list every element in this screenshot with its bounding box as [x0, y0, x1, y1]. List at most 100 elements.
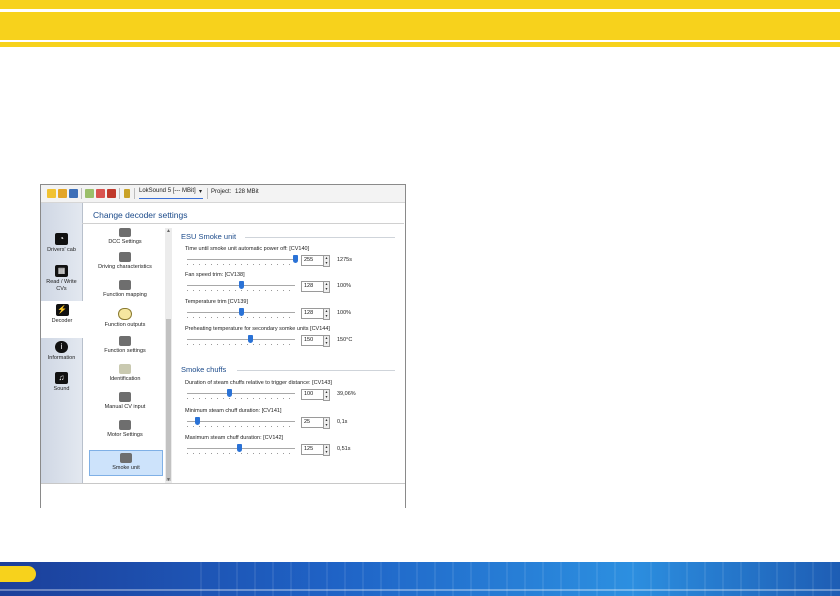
category-item-function-mapping[interactable]: Function mapping [89, 280, 161, 298]
divider [82, 223, 404, 224]
sidebar: ◔ Drivers' cab ▦ Read / Write CVs ⚡ Deco… [41, 203, 83, 483]
slider-knob[interactable] [238, 281, 244, 289]
category-scrollbar[interactable]: ▲ ▼ [165, 228, 172, 483]
slider-knob[interactable] [292, 255, 298, 263]
setting-label: Duration of steam chuffs relative to tri… [185, 380, 332, 386]
category-label: Function outputs [104, 322, 146, 328]
decoder-select[interactable]: LokSound 5 [--- MBit] ▾ [139, 188, 203, 199]
slider-track[interactable] [187, 393, 295, 394]
write-icon[interactable] [96, 189, 105, 198]
slider-ticks [187, 290, 295, 291]
value-unit: 39,06% [337, 391, 356, 397]
slider-track[interactable] [187, 339, 295, 340]
drivers-cab-icon: ◔ [55, 233, 68, 245]
page-title: Change decoder settings [93, 210, 188, 220]
category-item-function-outputs[interactable]: Function outputs [89, 308, 161, 328]
id-card-icon [119, 364, 131, 374]
value-input[interactable]: 128 [301, 308, 325, 319]
category-label: Motor Settings [107, 432, 143, 438]
pin-icon[interactable] [124, 189, 130, 198]
sidebar-item-sound[interactable]: ♫ Sound [41, 372, 82, 393]
setting-label: Time until smoke unit automatic power of… [185, 246, 310, 252]
value-unit: 150°C [337, 337, 353, 343]
category-list: DCC Settings Driving characteristics Fun… [87, 228, 165, 483]
setting-label: Preheating temperature for secondary som… [185, 326, 330, 332]
value-input[interactable]: 128 [301, 281, 325, 292]
spinner-buttons[interactable]: ▲ ▼ [323, 255, 330, 267]
slider-track[interactable] [187, 259, 295, 260]
sidebar-item-information[interactable]: i Information [41, 341, 82, 362]
value-input[interactable]: 255 [301, 255, 325, 266]
sidebar-item-drivers-cab[interactable]: ◔ Drivers' cab [41, 233, 82, 254]
scroll-up-icon[interactable]: ▲ [165, 228, 172, 234]
smoke-icon [120, 453, 132, 463]
value-input[interactable]: 25 [301, 417, 325, 428]
sidebar-item-label: Read / Write CVs [46, 279, 77, 292]
setting-label: Minimum steam chuff duration: [CV141] [185, 408, 282, 414]
sidebar-item-decoder[interactable]: ⚡ Decoder [41, 301, 83, 338]
spinner-buttons[interactable]: ▲ ▼ [323, 335, 330, 347]
value-input[interactable]: 150 [301, 335, 325, 346]
sidebar-item-label: Information [47, 355, 76, 361]
divider [245, 237, 395, 238]
status-bar [41, 483, 405, 508]
slider-knob[interactable] [195, 417, 201, 425]
dcc-icon [119, 228, 131, 237]
spinner-buttons[interactable]: ▲ ▼ [323, 389, 330, 401]
category-item-driving[interactable]: Driving characteristics [89, 252, 161, 270]
scrollbar-thumb[interactable] [166, 319, 171, 481]
read-icon[interactable] [107, 189, 116, 198]
open-folder-icon[interactable] [58, 189, 67, 198]
spinner-buttons[interactable]: ▲ ▼ [323, 281, 330, 293]
category-item-function-settings[interactable]: Function settings [89, 336, 161, 354]
import-icon[interactable] [85, 189, 94, 198]
category-label: Identification [109, 376, 141, 382]
setting-label: Fan speed trim: [CV138] [185, 272, 245, 278]
slider-track[interactable] [187, 421, 295, 422]
divider [237, 370, 395, 371]
slider-knob[interactable] [238, 308, 244, 316]
project-value: 128 MBit [235, 189, 259, 195]
decoder-select-value: LokSound 5 [--- MBit] [139, 188, 196, 194]
save-icon[interactable] [69, 189, 78, 198]
value-unit: 0,1s [337, 419, 348, 425]
spinner-buttons[interactable]: ▲ ▼ [323, 444, 330, 456]
sidebar-item-label: Decoder [51, 318, 73, 324]
value-unit: 100% [337, 283, 352, 289]
category-item-identification[interactable]: Identification [89, 364, 161, 382]
slider-knob[interactable] [226, 389, 232, 397]
slider-knob[interactable] [237, 444, 243, 452]
category-item-manual-cv[interactable]: Manual CV input [89, 392, 161, 410]
category-item-dcc-settings[interactable]: DCC Settings [89, 228, 161, 245]
sidebar-item-read-write[interactable]: ▦ Read / Write CVs [41, 265, 82, 292]
top-band-line [0, 9, 840, 12]
app-window: LokSound 5 [--- MBit] ▾ Project: 128 MBi… [40, 184, 406, 508]
category-item-smoke-unit[interactable]: Smoke unit [89, 450, 163, 476]
slider-knob[interactable] [248, 335, 254, 343]
new-file-icon[interactable] [47, 189, 56, 198]
value-input[interactable]: 125 [301, 444, 325, 455]
bulb-icon [118, 308, 132, 320]
chevron-down-icon: ▾ [198, 189, 202, 195]
value-unit: 0,51s [337, 446, 351, 452]
value-input[interactable]: 100 [301, 389, 325, 400]
category-label: DCC Settings [108, 239, 142, 245]
category-item-motor-settings[interactable]: Motor Settings [89, 420, 161, 438]
decoder-icon: ⚡ [55, 304, 69, 316]
page-tab-marker [0, 566, 36, 582]
spinner-buttons[interactable]: ▲ ▼ [323, 308, 330, 320]
bottom-blue-band [0, 562, 840, 596]
category-label: Manual CV input [104, 404, 146, 410]
value-unit: 1275s [337, 257, 352, 263]
setting-label: Maximum steam chuff duration: [CV142] [185, 435, 284, 441]
toolbar-separator [207, 188, 208, 199]
category-label: Smoke unit [112, 465, 140, 471]
spinner-buttons[interactable]: ▲ ▼ [323, 417, 330, 429]
sidebar-item-label: Drivers' cab [47, 247, 76, 253]
read-write-icon: ▦ [55, 265, 68, 277]
slider-ticks [187, 264, 295, 265]
section-title-smoke-unit: ESU Smoke unit [181, 232, 237, 241]
toolbar: LokSound 5 [--- MBit] ▾ Project: 128 MBi… [41, 185, 405, 203]
top-yellow-band [0, 0, 840, 47]
slider-ticks [187, 453, 295, 454]
